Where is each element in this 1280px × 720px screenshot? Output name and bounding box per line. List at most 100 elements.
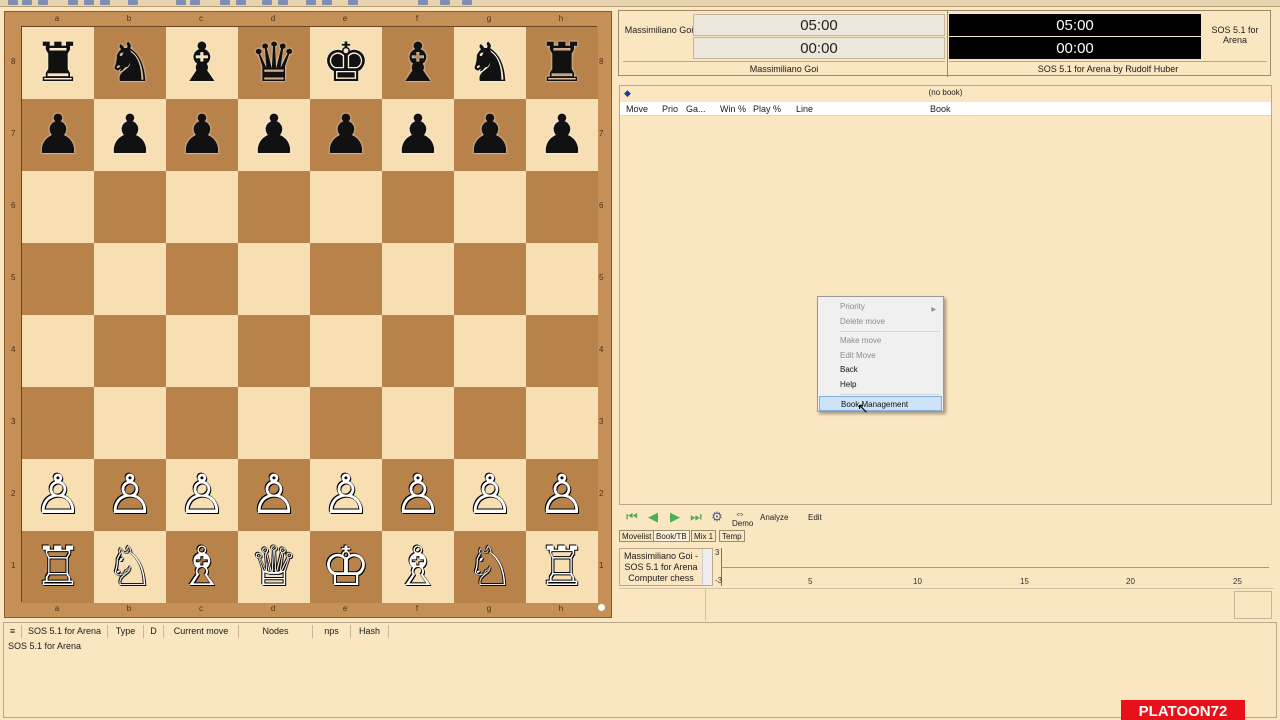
demo-button[interactable]: Demo xyxy=(732,519,753,528)
square-b5[interactable] xyxy=(94,243,166,315)
menu-item-delete-move[interactable]: Delete move xyxy=(819,314,942,329)
square-g4[interactable] xyxy=(454,315,526,387)
toolbar-button[interactable] xyxy=(440,0,450,5)
black-knight-icon[interactable]: ♞ xyxy=(466,36,514,90)
toolbar-button[interactable] xyxy=(348,0,358,5)
toolbar-button[interactable] xyxy=(8,0,18,5)
white-pawn-icon[interactable]: ♙ xyxy=(538,468,586,522)
toolbar-button[interactable] xyxy=(462,0,472,5)
square-c4[interactable] xyxy=(166,315,238,387)
menu-item-book-management[interactable]: Book Management xyxy=(819,396,942,411)
square-a3[interactable] xyxy=(22,387,94,459)
square-a2[interactable]: ♙ xyxy=(22,459,94,531)
chessboard[interactable]: ♜ ♞ ♝ ♛ ♚ ♝ ♞ ♜ ♟ ♟ ♟ ♟ ♟ ♟ ♟ ♟ ♙ ♙ ♙ ♙ ♙ ♙ ♙ ♙ ♖ ♘ ♗ ♕ ♔ ♗ ♘ ♖ xyxy=(21,26,598,603)
square-g6[interactable] xyxy=(454,171,526,243)
col-prio[interactable]: Prio xyxy=(662,104,678,114)
analyze-button[interactable]: Analyze xyxy=(760,513,788,522)
white-pawn-icon[interactable]: ♙ xyxy=(466,468,514,522)
square-c6[interactable] xyxy=(166,171,238,243)
toolbar-button[interactable] xyxy=(306,0,316,5)
square-a5[interactable] xyxy=(22,243,94,315)
square-h2[interactable]: ♙ xyxy=(526,459,598,531)
black-pawn-icon[interactable]: ♟ xyxy=(34,108,82,162)
black-pawn-icon[interactable]: ♟ xyxy=(538,108,586,162)
toolbar-button[interactable] xyxy=(322,0,332,5)
engine-col-depth[interactable]: D xyxy=(144,625,164,638)
menu-item-make-move[interactable]: Make move xyxy=(819,333,942,348)
toolbar-button[interactable] xyxy=(236,0,246,5)
toolbar-button[interactable] xyxy=(100,0,110,5)
black-bishop-icon[interactable]: ♝ xyxy=(394,36,442,90)
square-d1[interactable]: ♕ xyxy=(238,531,310,603)
square-g1[interactable]: ♘ xyxy=(454,531,526,603)
square-b3[interactable] xyxy=(94,387,166,459)
toolbar-button[interactable] xyxy=(418,0,428,5)
tab-book-tb[interactable]: Book/TB xyxy=(653,530,690,542)
toolbar-button[interactable] xyxy=(176,0,186,5)
black-pawn-icon[interactable]: ♟ xyxy=(106,108,154,162)
black-knight-icon[interactable]: ♞ xyxy=(106,36,154,90)
toolbar-button[interactable] xyxy=(38,0,48,5)
square-d4[interactable] xyxy=(238,315,310,387)
white-pawn-icon[interactable]: ♙ xyxy=(178,468,226,522)
toolbar-button[interactable] xyxy=(220,0,230,5)
toolbar-button[interactable] xyxy=(190,0,200,5)
black-pawn-icon[interactable]: ♟ xyxy=(322,108,370,162)
toolbar-button[interactable] xyxy=(68,0,78,5)
black-queen-icon[interactable]: ♛ xyxy=(250,36,298,90)
menu-item-back[interactable]: Back xyxy=(819,362,942,377)
square-h4[interactable] xyxy=(526,315,598,387)
square-e7[interactable]: ♟ xyxy=(310,99,382,171)
square-g3[interactable] xyxy=(454,387,526,459)
col-book[interactable]: Book xyxy=(930,104,951,114)
square-f4[interactable] xyxy=(382,315,454,387)
white-king-icon[interactable]: ♔ xyxy=(322,540,370,594)
movelist-box[interactable]: Massimiliano Goi - SOS 5.1 for Arena Com… xyxy=(619,548,713,586)
square-d8[interactable]: ♛ xyxy=(238,27,310,99)
square-h5[interactable] xyxy=(526,243,598,315)
toolbar-button[interactable] xyxy=(262,0,272,5)
prev-move-icon[interactable]: ◀ xyxy=(645,509,661,525)
square-b6[interactable] xyxy=(94,171,166,243)
white-pawn-icon[interactable]: ♙ xyxy=(250,468,298,522)
square-b4[interactable] xyxy=(94,315,166,387)
square-f7[interactable]: ♟ xyxy=(382,99,454,171)
black-pawn-icon[interactable]: ♟ xyxy=(466,108,514,162)
square-h6[interactable] xyxy=(526,171,598,243)
square-e3[interactable] xyxy=(310,387,382,459)
black-pawn-icon[interactable]: ♟ xyxy=(394,108,442,162)
toolbar-button[interactable] xyxy=(22,0,32,5)
square-b1[interactable]: ♘ xyxy=(94,531,166,603)
square-c5[interactable] xyxy=(166,243,238,315)
engine-menu-icon[interactable]: ≡ xyxy=(4,625,22,638)
last-move-icon[interactable]: ⏭ xyxy=(688,509,704,525)
square-g5[interactable] xyxy=(454,243,526,315)
square-c1[interactable]: ♗ xyxy=(166,531,238,603)
square-d5[interactable] xyxy=(238,243,310,315)
square-e5[interactable] xyxy=(310,243,382,315)
col-line[interactable]: Line xyxy=(796,104,813,114)
tab-temp[interactable]: Temp xyxy=(719,530,745,542)
gear-icon[interactable]: ⚙ xyxy=(709,509,725,525)
square-a7[interactable]: ♟ xyxy=(22,99,94,171)
square-c7[interactable]: ♟ xyxy=(166,99,238,171)
square-h8[interactable]: ♜ xyxy=(526,27,598,99)
square-b7[interactable]: ♟ xyxy=(94,99,166,171)
first-move-icon[interactable]: ⏮ xyxy=(624,509,640,525)
engine-col-nps[interactable]: nps xyxy=(313,625,351,638)
engine-col-nodes[interactable]: Nodes xyxy=(239,625,313,638)
square-b8[interactable]: ♞ xyxy=(94,27,166,99)
menu-item-priority[interactable]: Priority ▶ xyxy=(819,299,942,314)
square-c2[interactable]: ♙ xyxy=(166,459,238,531)
square-f8[interactable]: ♝ xyxy=(382,27,454,99)
square-e8[interactable]: ♚ xyxy=(310,27,382,99)
engine-col-type[interactable]: Type xyxy=(108,625,144,638)
square-h1[interactable]: ♖ xyxy=(526,531,598,603)
square-g2[interactable]: ♙ xyxy=(454,459,526,531)
black-rook-icon[interactable]: ♜ xyxy=(34,36,82,90)
black-king-icon[interactable]: ♚ xyxy=(322,36,370,90)
white-bishop-icon[interactable]: ♗ xyxy=(178,540,226,594)
square-e6[interactable] xyxy=(310,171,382,243)
toolbar-button[interactable] xyxy=(128,0,138,5)
col-play[interactable]: Play % xyxy=(753,104,781,114)
